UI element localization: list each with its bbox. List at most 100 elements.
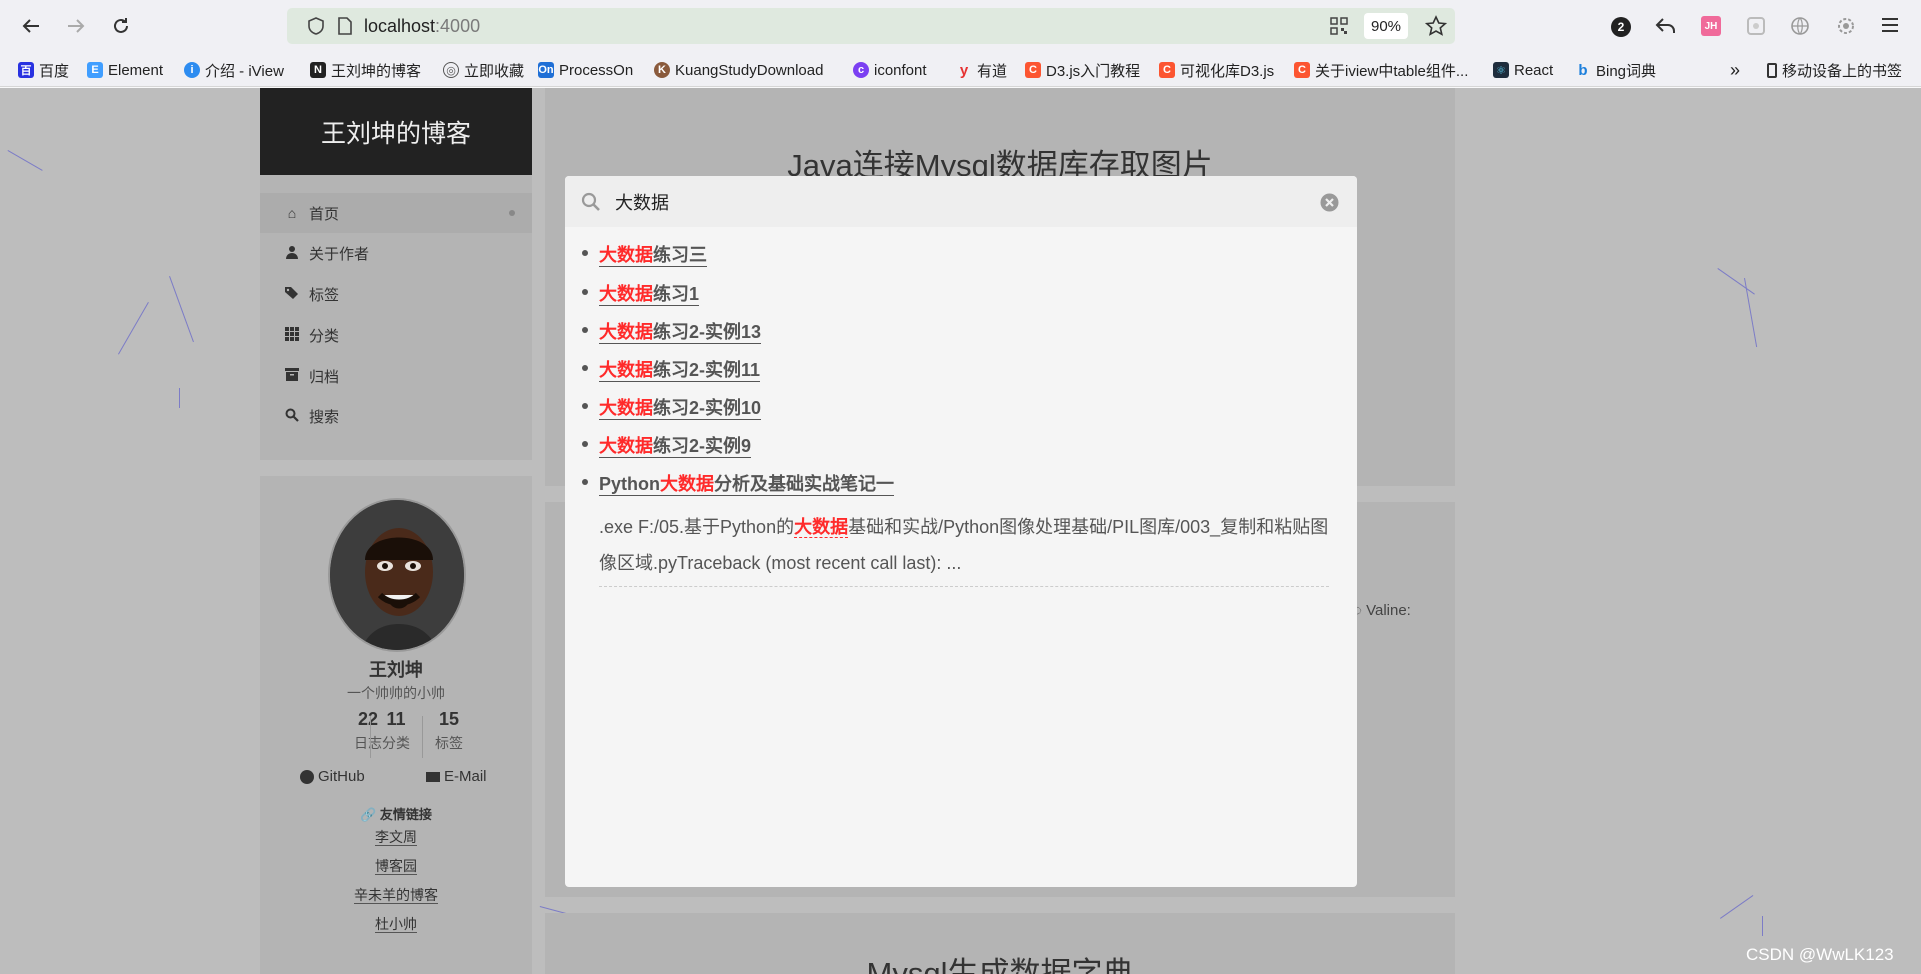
url-text[interactable]: localhost:4000 [364, 16, 480, 37]
search-icon [283, 408, 301, 425]
search-result[interactable]: 大数据练习2-实例13 [581, 318, 762, 344]
search-result[interactable]: 大数据练习2-实例9 [581, 432, 752, 458]
bookmark-label: Bing词典 [1596, 62, 1657, 80]
url-host: localhost [364, 16, 436, 36]
stat-tags[interactable]: 15 标签 [423, 709, 475, 753]
result-title: 练习1 [653, 284, 700, 304]
sidebar-item-tags[interactable]: 标签 [260, 274, 532, 314]
bookmarks-bar: 百百度 E Element i 介绍 - iView N 王刘坤的博客 ◎ 立即收藏 O… [0, 53, 1921, 87]
stat-label: 标签 [435, 735, 463, 751]
shield-icon[interactable] [307, 17, 325, 35]
translate-globe-icon[interactable] [1790, 16, 1810, 36]
undo-icon[interactable] [1655, 16, 1677, 36]
result-title: 练习2-实例9 [653, 436, 752, 456]
arrow-left-icon [22, 19, 39, 33]
bookmark-d3-intro[interactable]: C D3.js入门教程 [1025, 59, 1140, 81]
particle-line [1717, 268, 1755, 295]
search-modal: 大数据练习三 大数据练习1 大数据练习2-实例13 大数据练习2-实例11 大数… [565, 176, 1357, 887]
result-highlight: 大数据 [599, 360, 653, 380]
bookmark-label: D3.js入门教程 [1046, 62, 1141, 80]
blog-n-icon: N [310, 62, 326, 78]
bookmark-collect[interactable]: ◎ 立即收藏 [443, 59, 524, 81]
search-result[interactable]: 大数据练习1 [581, 280, 700, 306]
profile-extension[interactable]: JH [1701, 16, 1721, 36]
friend-link[interactable]: 李文周 [260, 827, 532, 847]
github-link[interactable]: GitHub [300, 768, 365, 785]
archive-icon [283, 368, 301, 384]
site-brand[interactable]: 王刘坤的博客 [260, 88, 532, 175]
bookmark-iview[interactable]: i 介绍 - iView [184, 59, 284, 81]
csdn-icon: C [1159, 62, 1175, 78]
youdao-icon: y [959, 61, 969, 79]
bookmark-kuangstudy[interactable]: K KuangStudyDownload [654, 59, 823, 81]
star-bookmark-icon[interactable] [1425, 15, 1447, 37]
notification-badge[interactable]: 2 [1611, 17, 1631, 37]
bookmark-iview-table[interactable]: C 关于iview中table组件... [1294, 59, 1468, 81]
screenshot-extension-icon[interactable] [1746, 16, 1766, 36]
sidebar-item-about[interactable]: 关于作者 [260, 233, 532, 273]
settings-gear-icon[interactable] [1836, 16, 1856, 36]
bookmark-react[interactable]: ⚛ React [1493, 59, 1553, 81]
bookmark-youdao[interactable]: y 有道 [956, 59, 1007, 81]
friend-link-label: 杜小帅 [375, 916, 417, 933]
friend-link[interactable]: 杜小帅 [260, 914, 532, 934]
search-result[interactable]: Python大数据分析及基础实战笔记一 [582, 470, 894, 496]
sidebar-item-archives[interactable]: 归档 [260, 356, 532, 396]
search-result[interactable]: 大数据练习2-实例11 [581, 356, 761, 382]
kuangstudy-icon: K [654, 62, 670, 78]
baidu-icon: 百 [18, 62, 34, 78]
zoom-level[interactable]: 90% [1364, 13, 1408, 39]
double-chevron-right-icon: » [1730, 59, 1741, 80]
bookmark-bing[interactable]: b Bing词典 [1575, 59, 1656, 81]
result-highlight: 大数据 [599, 398, 653, 418]
sidebar-item-label: 关于作者 [309, 245, 370, 263]
stat-categories[interactable]: 11 分类 [370, 709, 422, 753]
search-input[interactable] [615, 186, 1295, 218]
bookmark-label: 立即收藏 [464, 62, 525, 80]
close-icon[interactable] [1320, 193, 1339, 212]
bookmark-processon[interactable]: On ProcessOn [538, 59, 633, 81]
search-result[interactable]: 大数据练习2-实例10 [581, 394, 762, 420]
page-info-icon[interactable] [337, 17, 353, 35]
mobile-device-icon [1767, 62, 1777, 78]
bookmark-label: 介绍 - iView [205, 62, 284, 80]
bookmark-label: 可视化库D3.js [1180, 62, 1275, 80]
qr-code-icon[interactable] [1330, 17, 1348, 35]
stat-count: 15 [438, 709, 460, 729]
result-title: 练习2-实例10 [653, 398, 762, 418]
address-bar[interactable]: localhost:4000 90% [287, 8, 1455, 44]
sidebar-item-home[interactable]: ⌂ 首页 [260, 193, 532, 233]
bookmark-blog[interactable]: N 王刘坤的博客 [310, 59, 421, 81]
bookmark-baidu[interactable]: 百百度 [18, 59, 69, 81]
particle-line [1762, 916, 1763, 936]
hamburger-menu-icon[interactable] [1881, 17, 1899, 33]
result-prefix: Python [599, 474, 660, 494]
bookmark-label: 百度 [39, 62, 70, 80]
particle-line [1744, 278, 1758, 348]
reload-button[interactable] [107, 12, 135, 40]
particle-line [169, 276, 194, 343]
post-title[interactable]: Mysql生成数据字典 [545, 948, 1455, 974]
github-label: GitHub [318, 768, 365, 785]
excerpt-before: .exe F:/05.基于Python的 [599, 517, 795, 537]
bookmarks-overflow-button[interactable]: » [1730, 59, 1740, 81]
friend-link[interactable]: 博客园 [260, 856, 532, 876]
bookmark-iconfont[interactable]: c iconfont [853, 59, 927, 81]
particle-line [7, 150, 43, 171]
result-highlight: 大数据 [599, 436, 653, 456]
back-button[interactable] [17, 12, 45, 40]
bookmark-element[interactable]: E Element [87, 59, 163, 81]
valine-comment-count[interactable]: ◌ Valine: [1353, 602, 1411, 619]
bookmark-d3-lib[interactable]: C 可视化库D3.js [1159, 59, 1274, 81]
forward-button[interactable] [62, 12, 90, 40]
friend-link[interactable]: 辛未羊的博客 [260, 885, 532, 905]
envelope-icon [426, 771, 440, 782]
search-result-excerpt: .exe F:/05.基于Python的大数据基础和实战/Python图像处理基… [599, 509, 1329, 581]
email-link[interactable]: E-Mail [426, 768, 487, 785]
mobile-bookmarks[interactable]: 移动设备上的书签 [1767, 59, 1902, 81]
result-highlight: 大数据 [599, 245, 653, 265]
sidebar-item-categories[interactable]: 分类 [260, 315, 532, 355]
search-result[interactable]: 大数据练习三 [582, 241, 707, 267]
bookmark-label: 王刘坤的博客 [331, 62, 422, 80]
sidebar-item-search[interactable]: 搜索 [260, 396, 532, 436]
